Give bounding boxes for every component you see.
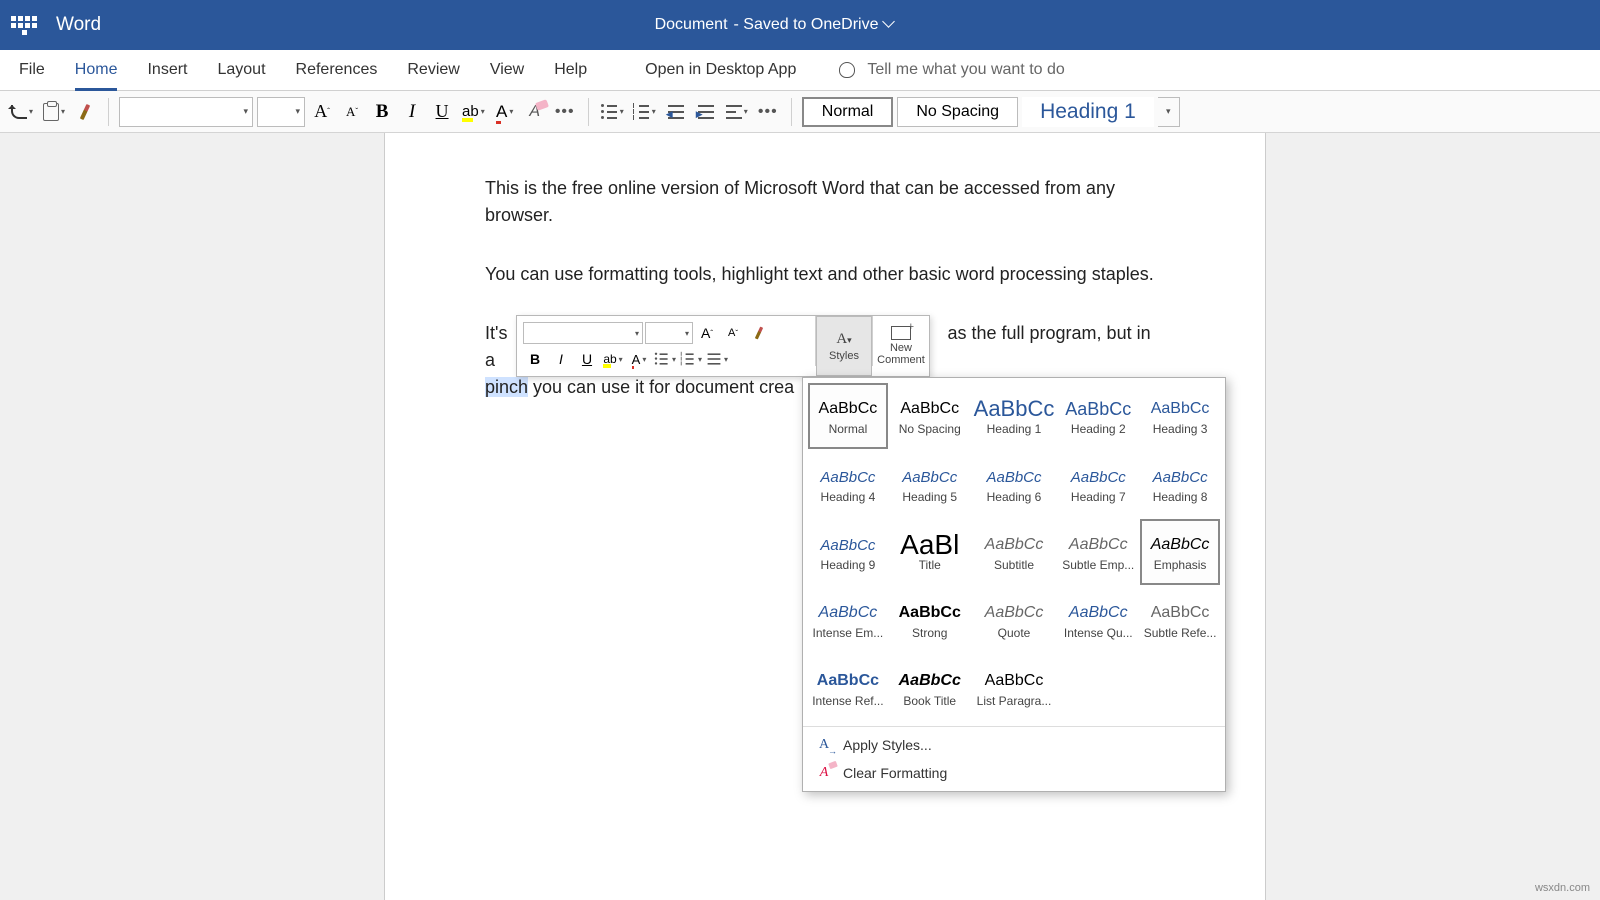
font-color-button[interactable]: A▾	[492, 97, 518, 127]
grow-font-button[interactable]: Aˆ	[309, 97, 335, 127]
apply-styles-icon: A	[815, 736, 833, 754]
style-tile-intense-qu-[interactable]: AaBbCcIntense Qu...	[1058, 587, 1138, 653]
styles-expand-button[interactable]: ▾	[1158, 97, 1180, 127]
comment-icon	[891, 326, 911, 340]
doc-name: Document	[655, 16, 728, 34]
title-bar: Word Document - Saved to OneDrive	[0, 0, 1600, 50]
style-tile-heading-3[interactable]: AaBbCcHeading 3	[1140, 383, 1220, 449]
tab-file[interactable]: File	[4, 50, 60, 91]
tab-references[interactable]: References	[281, 50, 393, 91]
mini-new-comment-button[interactable]: New Comment	[873, 316, 929, 376]
paragraph[interactable]: You can use formatting tools, highlight …	[485, 261, 1165, 288]
watermark: wsxdn.com	[1535, 882, 1590, 894]
style-tile-list-paragra-[interactable]: AaBbCcList Paragra...	[972, 655, 1057, 721]
style-tile-no-spacing[interactable]: AaBbCcNo Spacing	[890, 383, 970, 449]
mini-format-painter[interactable]	[747, 321, 771, 345]
style-normal-button[interactable]: Normal	[802, 97, 894, 127]
style-tile-subtle-emp-[interactable]: AaBbCcSubtle Emp...	[1058, 519, 1138, 585]
mini-bold[interactable]: B	[523, 347, 547, 371]
clear-formatting-button[interactable]: A	[522, 97, 548, 127]
tab-layout[interactable]: Layout	[202, 50, 280, 91]
mini-font-combo[interactable]: ▾	[523, 322, 643, 344]
clear-formatting-icon: A	[815, 764, 833, 782]
font-size-combo[interactable]: ▾	[257, 97, 305, 127]
open-in-desktop-button[interactable]: Open in Desktop App	[630, 50, 811, 91]
style-tile-title[interactable]: AaBlTitle	[890, 519, 970, 585]
bullets-button[interactable]: ▾	[599, 97, 627, 127]
italic-button[interactable]: I	[399, 97, 425, 127]
style-nospacing-button[interactable]: No Spacing	[897, 97, 1018, 127]
more-font-button[interactable]: •••	[552, 97, 578, 127]
shrink-font-button[interactable]: Aˇ	[339, 97, 365, 127]
mini-toolbar: ▾ ▾ Aˆ Aˇ B I U ab▾ A▾ ▾ ▾ ▾ A▾ Styles N…	[516, 315, 930, 377]
font-family-combo[interactable]: ▾	[119, 97, 253, 127]
style-tile-quote[interactable]: AaBbCcQuote	[972, 587, 1057, 653]
decrease-indent-button[interactable]: ◀	[663, 97, 689, 127]
style-tile-heading-1[interactable]: AaBbCcHeading 1	[972, 383, 1057, 449]
format-painter-button[interactable]	[72, 97, 98, 127]
style-tile-subtle-refe-[interactable]: AaBbCcSubtle Refe...	[1140, 587, 1220, 653]
mini-styles-button[interactable]: A▾ Styles	[816, 316, 872, 376]
mini-italic[interactable]: I	[549, 347, 573, 371]
document-title[interactable]: Document - Saved to OneDrive	[101, 16, 1450, 34]
clear-formatting-button[interactable]: A Clear Formatting	[803, 759, 1225, 787]
tab-insert[interactable]: Insert	[132, 50, 202, 91]
bold-button[interactable]: B	[369, 97, 395, 127]
mini-size-combo[interactable]: ▾	[645, 322, 693, 344]
style-tile-heading-2[interactable]: AaBbCcHeading 2	[1058, 383, 1138, 449]
mini-numbering[interactable]: ▾	[679, 347, 703, 371]
document-canvas: This is the free online version of Micro…	[0, 133, 1600, 900]
app-launcher-icon[interactable]	[10, 11, 38, 39]
numbering-button[interactable]: ▾	[631, 97, 659, 127]
style-tile-heading-7[interactable]: AaBbCcHeading 7	[1058, 451, 1138, 517]
mini-font-color[interactable]: A▾	[627, 347, 651, 371]
paragraph[interactable]: This is the free online version of Micro…	[485, 175, 1165, 229]
style-tile-intense-em-[interactable]: AaBbCcIntense Em...	[808, 587, 888, 653]
increase-indent-button[interactable]: ▶	[693, 97, 719, 127]
style-tile-emphasis[interactable]: AaBbCcEmphasis	[1140, 519, 1220, 585]
mini-highlight[interactable]: ab▾	[601, 347, 625, 371]
highlight-button[interactable]: ab▾	[459, 97, 488, 127]
style-tile-strong[interactable]: AaBbCcStrong	[890, 587, 970, 653]
tab-view[interactable]: View	[475, 50, 539, 91]
app-name: Word	[56, 14, 101, 36]
style-tile-heading-5[interactable]: AaBbCcHeading 5	[890, 451, 970, 517]
tab-review[interactable]: Review	[392, 50, 474, 91]
styles-gallery-panel: AaBbCcNormalAaBbCcNo SpacingAaBbCcHeadin…	[802, 377, 1226, 792]
style-tile-normal[interactable]: AaBbCcNormal	[808, 383, 888, 449]
style-tile-heading-6[interactable]: AaBbCcHeading 6	[972, 451, 1057, 517]
more-para-button[interactable]: •••	[755, 97, 781, 127]
align-button[interactable]: ▾	[723, 97, 751, 127]
tab-help[interactable]: Help	[539, 50, 602, 91]
doc-saved-suffix: - Saved to OneDrive	[734, 16, 879, 34]
style-tile-book-title[interactable]: AaBbCcBook Title	[890, 655, 970, 721]
mini-shrink-font[interactable]: Aˇ	[721, 321, 745, 345]
paste-button[interactable]: ▾	[40, 97, 68, 127]
apply-styles-button[interactable]: A Apply Styles...	[803, 731, 1225, 759]
style-heading1-button[interactable]: Heading 1	[1022, 97, 1154, 127]
ribbon-toolbar: ▾ ▾ ▾ ▾ Aˆ Aˇ B I U ab▾ A▾ A ••• ▾ ▾ ◀ ▶…	[0, 91, 1600, 133]
mini-underline[interactable]: U	[575, 347, 599, 371]
tab-home[interactable]: Home	[60, 50, 133, 91]
undo-button[interactable]: ▾	[8, 97, 36, 127]
ribbon-tabs: File Home Insert Layout References Revie…	[0, 50, 1600, 91]
style-tile-subtitle[interactable]: AaBbCcSubtitle	[972, 519, 1057, 585]
selected-text[interactable]: pinch	[485, 377, 528, 397]
lightbulb-icon	[839, 62, 855, 78]
chevron-down-icon	[884, 19, 896, 31]
style-tile-heading-9[interactable]: AaBbCcHeading 9	[808, 519, 888, 585]
tell-me-search[interactable]: Tell me what you want to do	[867, 61, 1064, 79]
style-tile-intense-ref-[interactable]: AaBbCcIntense Ref...	[808, 655, 888, 721]
style-tile-heading-4[interactable]: AaBbCcHeading 4	[808, 451, 888, 517]
mini-bullets[interactable]: ▾	[653, 347, 677, 371]
mini-grow-font[interactable]: Aˆ	[695, 321, 719, 345]
mini-indent[interactable]: ▾	[705, 347, 729, 371]
underline-button[interactable]: U	[429, 97, 455, 127]
style-tile-heading-8[interactable]: AaBbCcHeading 8	[1140, 451, 1220, 517]
